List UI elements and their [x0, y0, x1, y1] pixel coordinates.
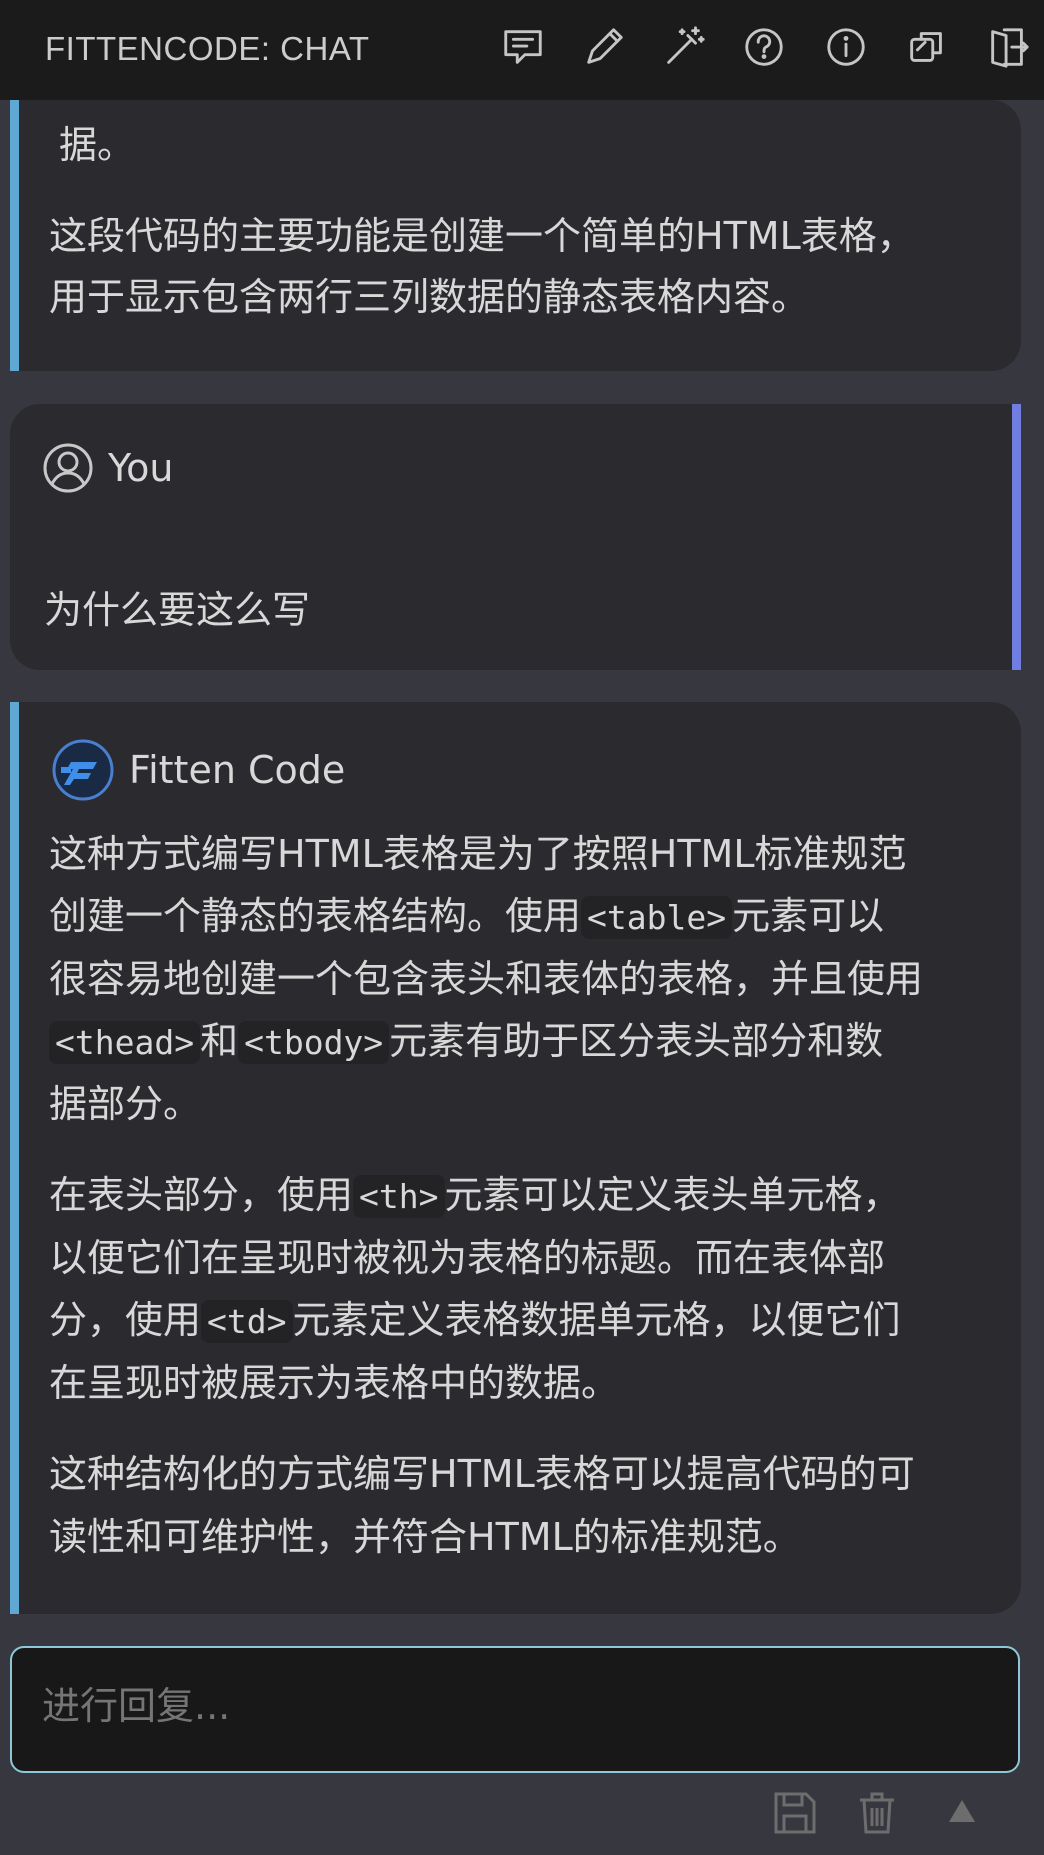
fitten-logo-icon — [52, 739, 114, 801]
scroll-up-icon[interactable] — [947, 1798, 977, 1828]
text-line: 读性和可维护性，并符合HTML的标准规范。 — [49, 1515, 801, 1559]
user-message: You 为什么要这么写 — [10, 404, 1021, 670]
text-line: 据部分。 — [49, 1082, 202, 1126]
text-span: 和 — [200, 1019, 239, 1063]
user-avatar-icon — [43, 443, 93, 493]
inline-code: <td> — [201, 1300, 293, 1343]
text-line: 很容易地创建一个包含表头和表体的表格，并且使用 — [49, 957, 924, 1001]
copy-icon[interactable] — [901, 21, 953, 73]
edit-icon[interactable] — [578, 21, 630, 73]
text-line: 在呈现时被展示为表格中的数据。 — [49, 1361, 620, 1405]
trash-icon[interactable] — [856, 1790, 898, 1840]
inline-code: <tbody> — [238, 1021, 390, 1064]
reply-box[interactable] — [10, 1646, 1020, 1773]
reply-input[interactable] — [42, 1684, 982, 1728]
text-line: <thead> 和 <tbody> 元素有助于区分表头部分和数 — [49, 1010, 883, 1074]
text-span: 创建一个静态的表格结构。使用 — [49, 894, 582, 938]
help-icon[interactable] — [738, 21, 790, 73]
new-chat-icon[interactable] — [497, 21, 549, 73]
text-span: 元素可以定义表头单元格， — [444, 1173, 901, 1217]
message-author: You — [108, 446, 174, 490]
text-span: 在表头部分，使用 — [49, 1173, 354, 1217]
text-line: 在表头部分，使用 <th> 元素可以定义表头单元格， — [49, 1164, 901, 1228]
panel-title: FITTENCODE: CHAT — [45, 30, 370, 67]
save-icon[interactable] — [772, 1790, 818, 1840]
text-span: 元素有助于区分表头部分和数 — [389, 1019, 884, 1063]
inline-code: <th> — [353, 1175, 445, 1218]
text-span: 元素可以 — [732, 894, 885, 938]
panel-header: FITTENCODE: CHAT — [0, 0, 1044, 100]
message-header: Fitten Code — [51, 738, 345, 802]
exit-icon[interactable] — [982, 21, 1034, 73]
text-line: 这种方式编写HTML表格是为了按照HTML标准规范 — [49, 832, 907, 876]
text-line: 以便它们在呈现时被视为表格的标题。而在表体部 — [49, 1236, 886, 1280]
text-line: 这段代码的主要功能是创建一个简单的HTML表格， — [49, 214, 915, 258]
message-text: 为什么要这么写 — [44, 588, 311, 632]
text-span: 元素定义表格数据单元格，以便它们 — [292, 1298, 901, 1342]
inline-code: <table> — [581, 896, 733, 939]
text-line: 创建一个静态的表格结构。使用 <table> 元素可以 — [49, 885, 884, 949]
text-line: 用于显示包含两行三列数据的静态表格内容。 — [49, 275, 810, 319]
message-text: 据。 — [59, 123, 136, 167]
text-line: 这种结构化的方式编写HTML表格可以提高代码的可 — [49, 1452, 915, 1496]
message-header: You — [42, 442, 174, 494]
magic-wand-icon[interactable] — [658, 21, 710, 73]
text-line: 分，使用 <td> 元素定义表格数据单元格，以便它们 — [49, 1289, 901, 1353]
inline-code: <thead> — [49, 1021, 201, 1064]
text-span: 分，使用 — [49, 1298, 202, 1342]
message-author: Fitten Code — [129, 748, 346, 792]
info-icon[interactable] — [820, 21, 872, 73]
